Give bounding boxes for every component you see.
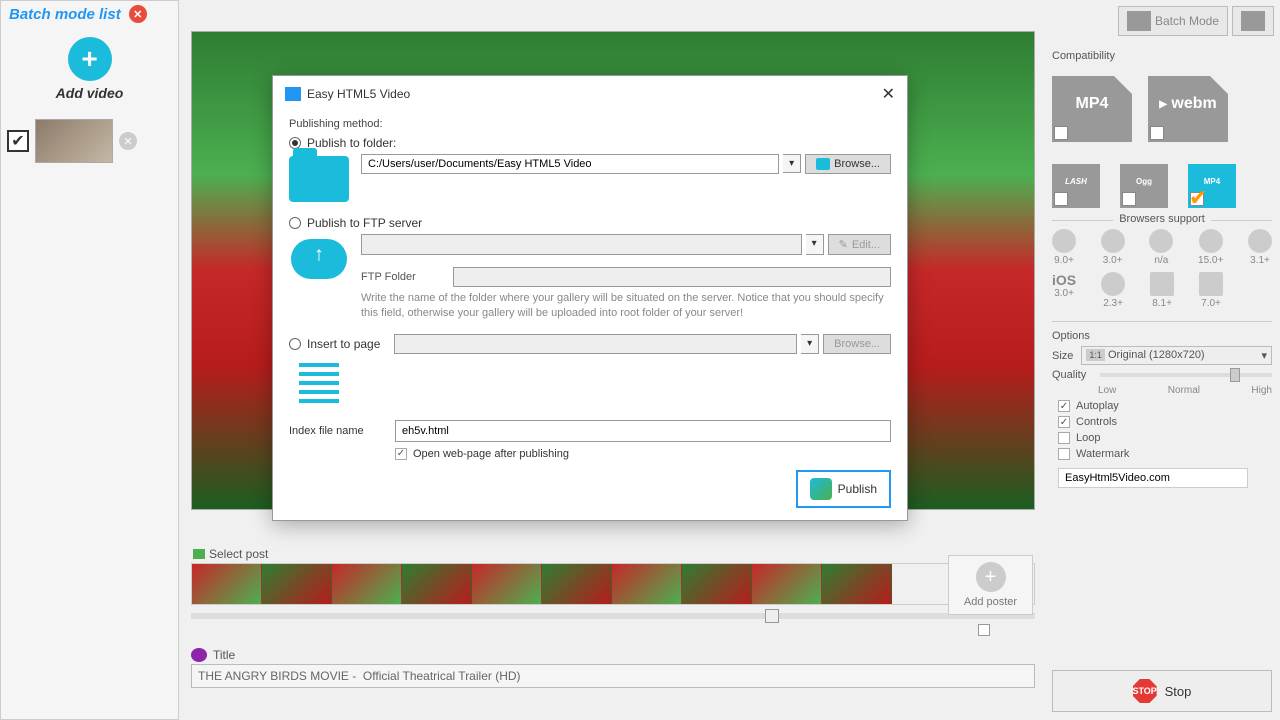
stop-button[interactable]: STOP Stop [1052,670,1272,712]
chevron-down-icon[interactable]: ▾ [806,234,824,255]
item-checkbox[interactable]: ✔ [7,130,29,152]
safari-icon [1149,229,1173,253]
browse-button[interactable]: Browse... [823,334,891,354]
page-icon [299,363,339,403]
plus-icon: + [68,37,112,81]
video-thumbnail [35,119,113,163]
format-mp4[interactable]: MP4 [1052,66,1132,142]
options-heading: Options [1052,330,1272,342]
open-after-label: Open web-page after publishing [413,448,569,460]
select-poster-label: Select post [191,547,1035,561]
format-webm[interactable]: ▶ webm [1148,66,1228,142]
format-mp4low[interactable]: MP4 [1188,154,1236,208]
batch-mode-button[interactable]: Batch Mode [1118,6,1228,36]
folder-path-input[interactable] [361,154,779,174]
autoplay-checkbox[interactable]: ✓ [1058,400,1070,412]
close-icon[interactable]: ✕ [129,5,147,23]
ie-icon [1052,229,1076,253]
blackberry-icon [1199,272,1223,296]
batch-sidebar: Batch mode list ✕ + Add video ✔ ✕ [0,0,179,720]
radio-icon [289,338,301,350]
app-icon [285,87,301,101]
windows-icon [1150,272,1174,296]
ftp-folder-input[interactable] [453,267,891,287]
compatibility-heading: Compatibility [1052,50,1272,62]
android-icon [1101,272,1125,296]
radio-insert-page[interactable]: Insert to page ▾ Browse... [289,334,891,354]
wand-button[interactable] [1232,6,1274,36]
publishing-method-label: Publishing method: [289,118,891,130]
edit-button[interactable]: ✎Edit... [828,234,891,255]
index-file-input[interactable] [395,420,891,442]
speech-icon [191,648,207,662]
chevron-down-icon[interactable]: ▾ [801,334,819,354]
remove-icon[interactable]: ✕ [119,132,137,150]
radio-icon [289,217,301,229]
format-ogg[interactable]: Ogg [1120,154,1168,208]
chevron-down-icon[interactable]: ▾ [783,154,801,173]
wand-icon [1241,11,1265,31]
cloud-upload-icon [291,239,347,279]
watermark-input[interactable] [1058,468,1248,488]
checkbox[interactable] [1150,126,1164,140]
size-select[interactable]: 1:1 Original (1280x720) ▾ [1081,346,1272,365]
radio-publish-ftp[interactable]: Publish to FTP server [289,216,891,230]
add-video-button[interactable]: + Add video [1,27,178,107]
ftp-hint: Write the name of the folder where your … [361,291,891,322]
stop-icon: STOP [1133,679,1157,703]
radio-publish-folder[interactable]: Publish to folder: [289,136,891,150]
publish-button[interactable]: Publish [796,470,891,508]
poster-slider[interactable] [191,613,1035,619]
list-item[interactable]: ✔ ✕ [1,113,178,169]
browse-button[interactable]: Browse... [805,154,891,174]
checkbox[interactable] [1054,192,1068,206]
index-file-label: Index file name [289,425,379,437]
quality-label: Quality [1052,369,1092,381]
publish-dialog: Easy HTML5 Video ✕ Publishing method: Pu… [272,75,908,521]
close-icon[interactable]: ✕ [882,84,895,104]
title-label: Title [191,648,1035,662]
size-label: Size [1052,350,1073,362]
open-after-checkbox[interactable]: ✓ [395,448,407,460]
poster-checkbox[interactable] [978,624,990,636]
checkbox[interactable] [1122,192,1136,206]
add-poster-button[interactable]: + Add poster [948,555,1033,615]
browsers-heading: Browsers support [1113,213,1211,225]
ios-icon: iOS [1052,272,1076,288]
quality-slider[interactable] [1100,373,1272,377]
page-path-input[interactable] [394,334,797,354]
ftp-folder-label: FTP Folder [361,271,441,283]
loop-checkbox[interactable] [1058,432,1070,444]
folder-icon [816,158,830,170]
watermark-checkbox[interactable] [1058,448,1070,460]
chrome-icon [1101,229,1125,253]
opera-icon [1199,229,1223,253]
ftp-server-select[interactable] [361,234,802,255]
dialog-title: Easy HTML5 Video [307,87,410,101]
sidebar-title: Batch mode list [9,6,121,23]
publish-icon [810,478,832,500]
format-flash[interactable]: LASH [1052,154,1100,208]
title-input[interactable] [191,664,1035,688]
plus-icon: + [976,562,1006,592]
checkbox[interactable] [1054,126,1068,140]
add-video-label: Add video [1,85,178,101]
firefox-icon [1248,229,1272,253]
checkbox-checked[interactable] [1190,192,1204,206]
film-icon [1127,11,1151,31]
poster-filmstrip[interactable] [191,563,1035,605]
controls-checkbox[interactable]: ✓ [1058,416,1070,428]
folder-icon [289,156,349,202]
